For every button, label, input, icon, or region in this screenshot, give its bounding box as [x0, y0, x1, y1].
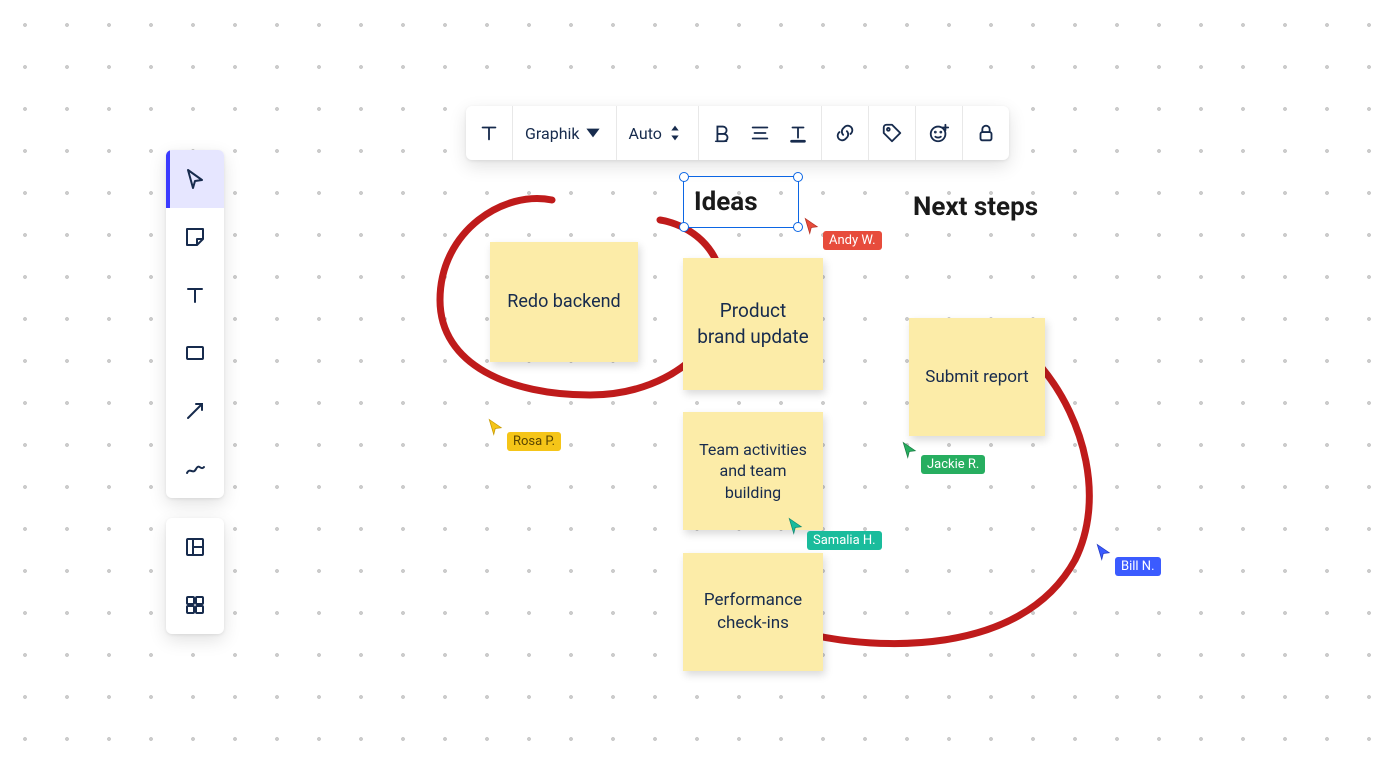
text-toolbar: Graphik Auto	[466, 106, 1009, 160]
text-icon	[183, 283, 207, 307]
peer-label: Bill N.	[1115, 557, 1161, 576]
font-size-label: Auto	[629, 124, 662, 143]
grid-icon	[183, 593, 207, 617]
link-icon	[834, 122, 856, 144]
font-size-stepper[interactable]: Auto	[617, 106, 699, 160]
sticky-tool[interactable]	[166, 208, 224, 266]
cursor-tool[interactable]	[166, 150, 224, 208]
peer-label: Jackie R.	[921, 455, 985, 474]
cursor-pointer-icon	[901, 441, 919, 459]
resize-handle-bl[interactable]	[679, 222, 689, 232]
font-family-label: Graphik	[525, 124, 580, 143]
resize-handle-tr[interactable]	[793, 172, 803, 182]
align-button[interactable]	[741, 122, 779, 144]
sticky-team-activities[interactable]: Team activities and team building	[683, 412, 823, 530]
peer-label: Rosa P.	[507, 432, 561, 451]
bold-button[interactable]	[703, 122, 741, 144]
sticky-performance-checkins[interactable]: Performance check-ins	[683, 553, 823, 671]
cursor-icon	[183, 167, 207, 191]
toolbox-secondary-panel	[166, 518, 224, 634]
sticky-product-brand-update[interactable]: Product brand update	[683, 258, 823, 390]
text-color-icon	[787, 122, 809, 144]
template-tool[interactable]	[166, 518, 224, 576]
font-family-dropdown[interactable]: Graphik	[513, 106, 617, 160]
toolbox	[166, 150, 224, 634]
bold-icon	[711, 122, 733, 144]
resize-handle-br[interactable]	[793, 222, 803, 232]
text-color-button[interactable]	[779, 122, 817, 144]
peer-label: Andy W.	[823, 231, 882, 250]
peer-cursor-andy: Andy W.	[803, 217, 882, 250]
arrow-icon	[183, 399, 207, 423]
sticky-redo-backend[interactable]: Redo backend	[490, 242, 638, 362]
resize-handle-tl[interactable]	[679, 172, 689, 182]
cursor-pointer-icon	[487, 418, 505, 436]
text-tool[interactable]	[166, 266, 224, 324]
draw-tool[interactable]	[166, 440, 224, 498]
text-t-icon	[478, 122, 500, 144]
align-icon	[749, 122, 771, 144]
emoji-icon	[928, 122, 950, 144]
cursor-pointer-icon	[1095, 543, 1113, 561]
next-steps-heading[interactable]: Next steps	[913, 192, 1038, 222]
peer-cursor-jackie: Jackie R.	[901, 441, 985, 474]
ideas-heading[interactable]: Ideas	[694, 177, 788, 227]
lock-button[interactable]	[963, 106, 1009, 160]
lock-icon	[975, 122, 997, 144]
emoji-button[interactable]	[916, 106, 963, 160]
cursor-pointer-icon	[803, 217, 821, 235]
link-button[interactable]	[822, 106, 869, 160]
stepper-arrows-icon	[664, 122, 686, 144]
peer-cursor-bill: Bill N.	[1095, 543, 1161, 576]
layout-icon	[183, 535, 207, 559]
apps-tool[interactable]	[166, 576, 224, 634]
tag-icon	[881, 122, 903, 144]
peer-label: Samalia H.	[807, 531, 882, 550]
cursor-pointer-icon	[787, 517, 805, 535]
text-selection[interactable]: Ideas	[683, 176, 799, 228]
sticky-submit-report[interactable]: Submit report	[909, 318, 1045, 436]
text-format-group	[699, 106, 822, 160]
rectangle-icon	[183, 341, 207, 365]
toolbox-main-panel	[166, 150, 224, 498]
tag-button[interactable]	[869, 106, 916, 160]
dropdown-caret-icon	[582, 122, 604, 144]
sticky-icon	[183, 225, 207, 249]
peer-cursor-samalia: Samalia H.	[787, 517, 882, 550]
scribble-icon	[183, 457, 207, 481]
line-tool[interactable]	[166, 382, 224, 440]
shape-tool[interactable]	[166, 324, 224, 382]
peer-cursor-rosa: Rosa P.	[487, 418, 561, 451]
text-style-button[interactable]	[466, 106, 513, 160]
